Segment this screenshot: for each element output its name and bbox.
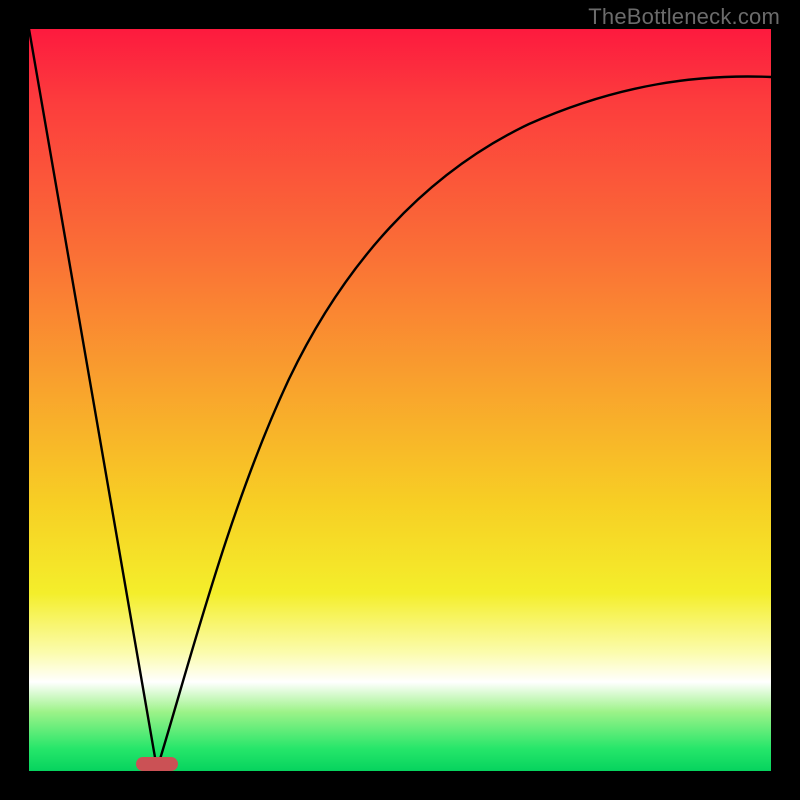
curve-path — [29, 29, 771, 769]
min-marker — [136, 757, 178, 771]
watermark-text: TheBottleneck.com — [588, 4, 780, 30]
bottleneck-curve — [29, 29, 771, 771]
chart-frame: TheBottleneck.com — [0, 0, 800, 800]
plot-area — [29, 29, 771, 771]
